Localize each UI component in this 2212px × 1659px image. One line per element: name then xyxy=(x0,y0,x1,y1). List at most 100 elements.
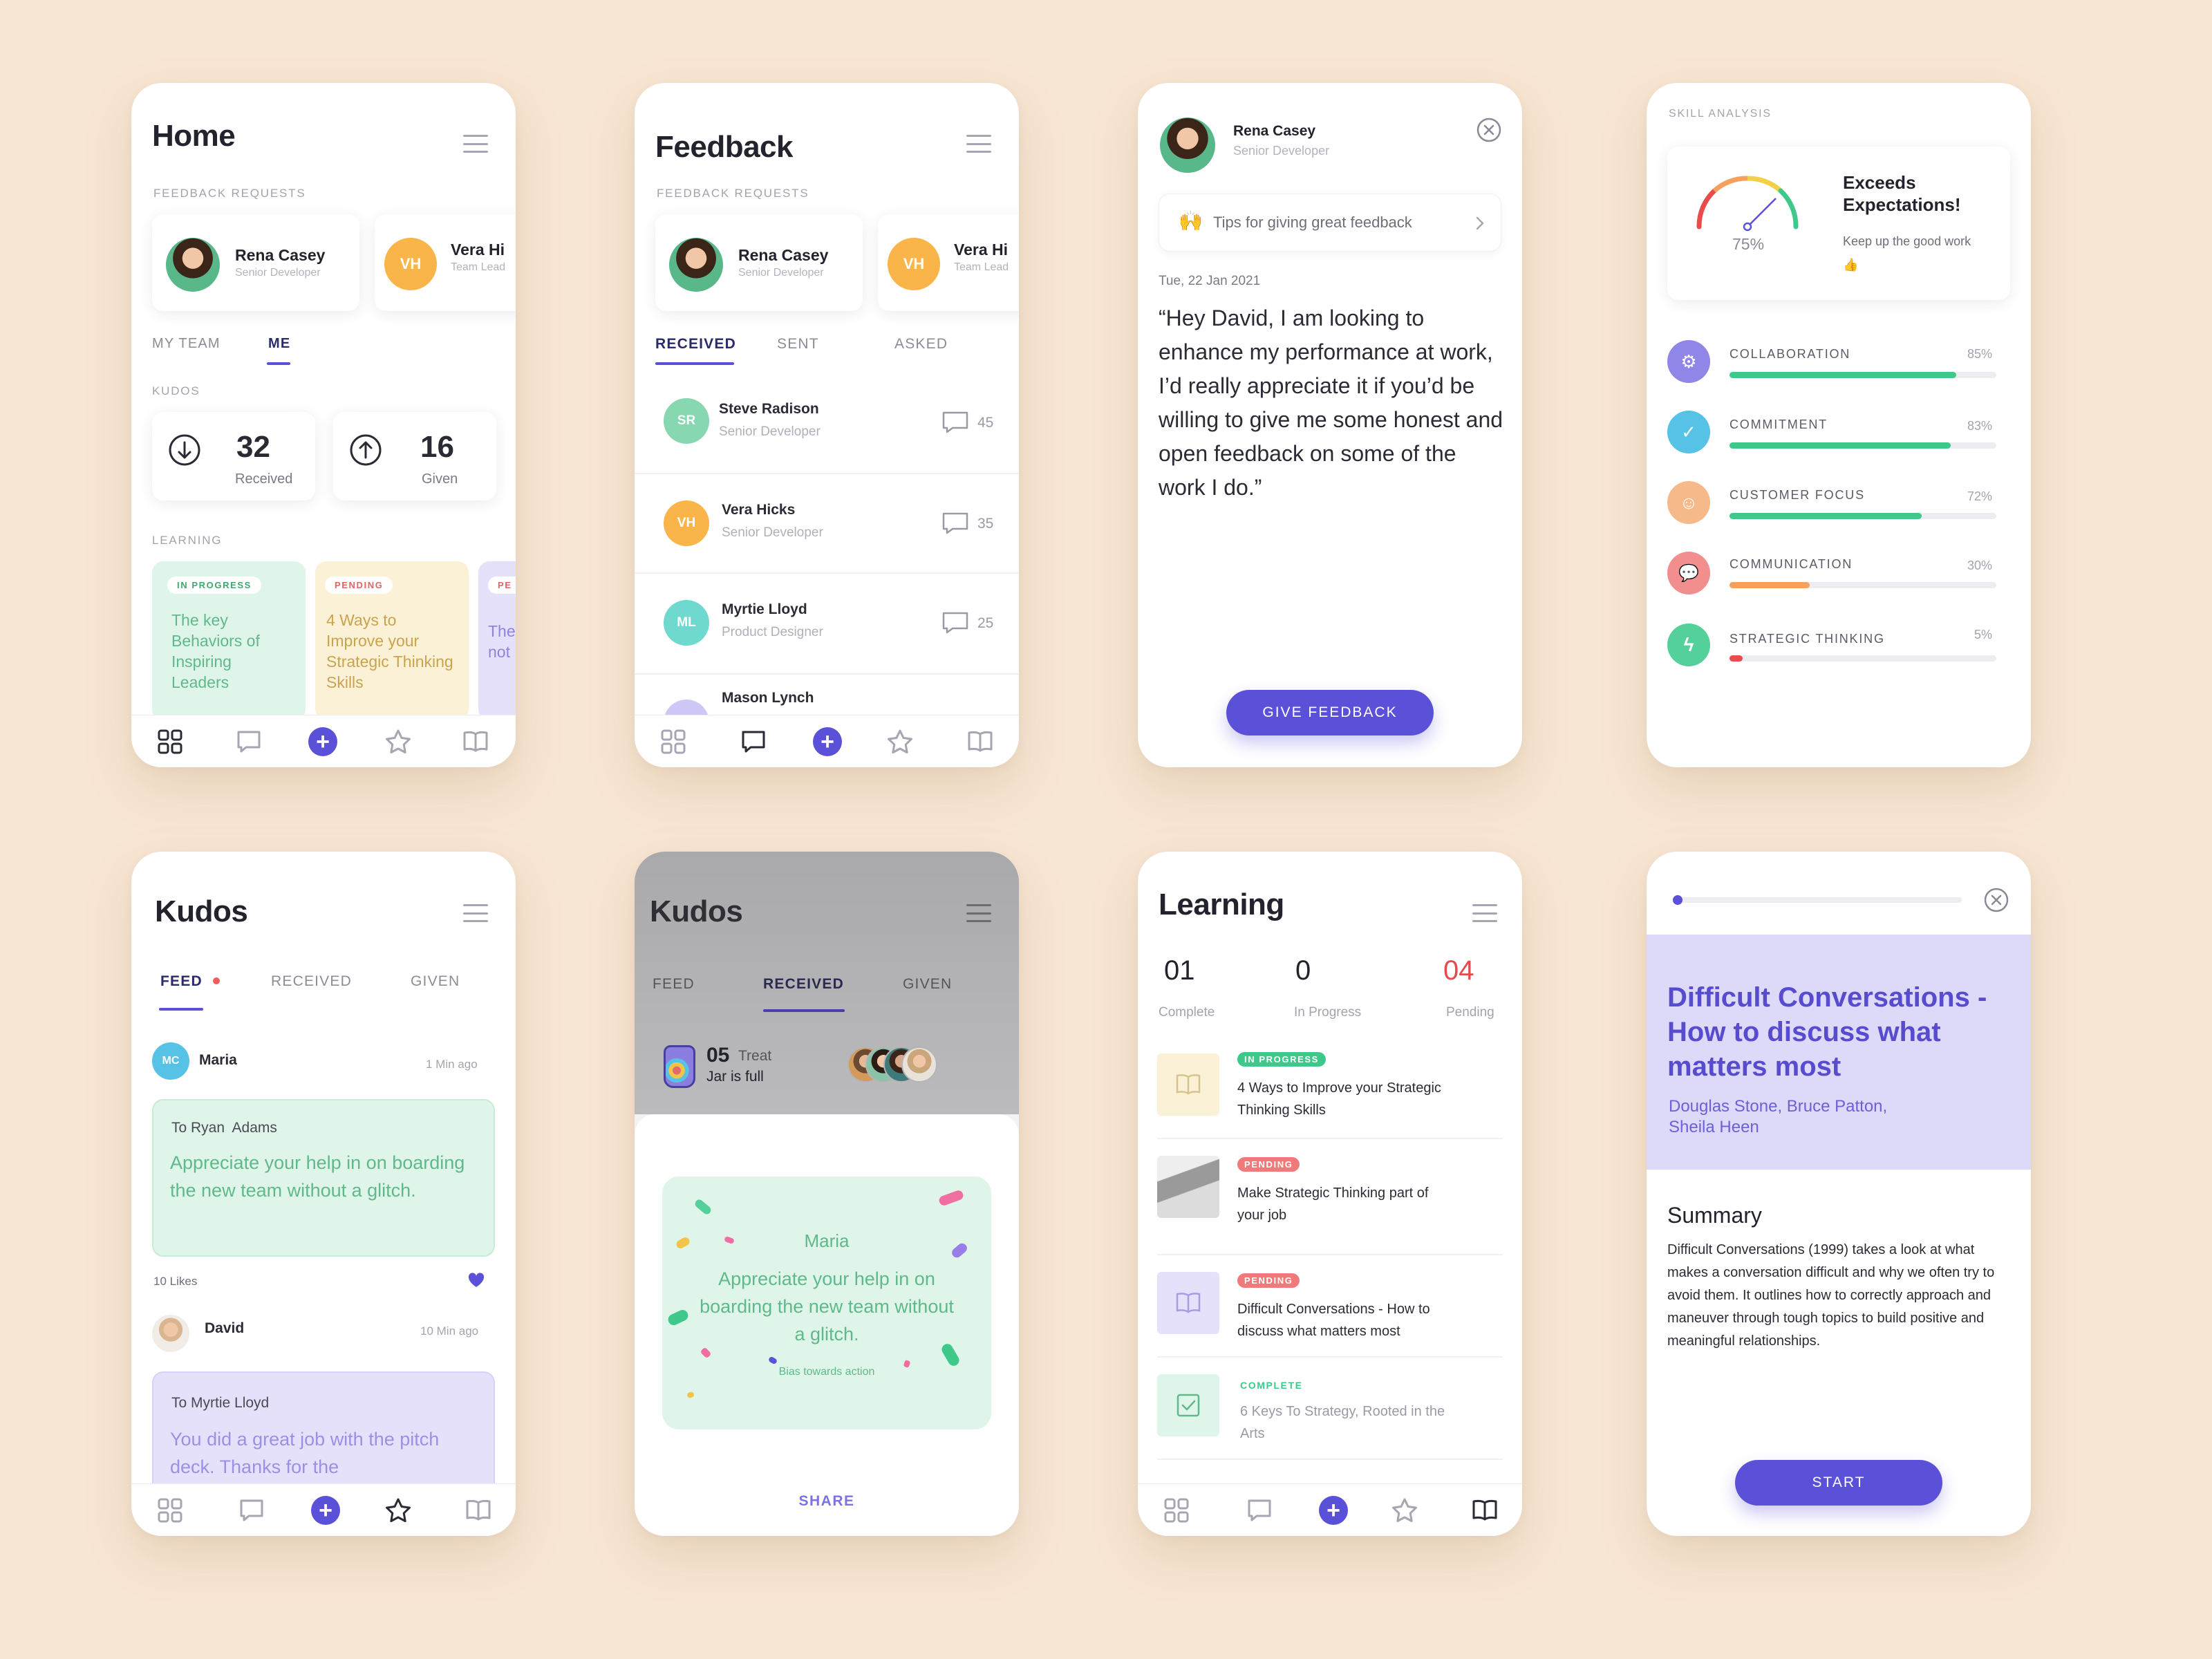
give-feedback-button[interactable]: GIVE FEEDBACK xyxy=(1226,690,1434,735)
menu-icon[interactable] xyxy=(463,135,488,153)
grid-icon[interactable] xyxy=(156,1497,184,1524)
requester-role: Senior Developer xyxy=(738,267,824,279)
tab-indicator xyxy=(267,362,290,365)
requester-name: Rena Casey xyxy=(235,246,326,264)
tab-me[interactable]: ME xyxy=(268,336,290,352)
row-name: Steve Radison xyxy=(719,401,819,417)
row-role: Product Designer xyxy=(722,625,823,639)
skill-label: COMMITMENT xyxy=(1730,418,1828,431)
bottom-nav: + xyxy=(131,1483,516,1536)
tab-received[interactable]: RECEIVED xyxy=(763,976,844,993)
heart-icon[interactable] xyxy=(467,1272,485,1288)
stat-value: 04 xyxy=(1443,955,1474,986)
tab-received[interactable]: RECEIVED xyxy=(655,336,736,353)
close-icon[interactable] xyxy=(1983,886,2010,914)
avatar xyxy=(152,1315,189,1352)
skill-label: COLLABORATION xyxy=(1730,347,1851,361)
tab-feed[interactable]: FEED xyxy=(653,976,695,993)
book-icon[interactable] xyxy=(465,1497,492,1524)
book-header: Difficult Conversations - How to discuss… xyxy=(1647,935,2031,1170)
reading-progress xyxy=(1673,895,1962,905)
list-item[interactable]: IN PROGRESS 4 Ways to Improve your Strat… xyxy=(1157,1048,1503,1145)
menu-icon[interactable] xyxy=(966,904,991,922)
kudos-given-card[interactable]: 16 Given xyxy=(333,412,496,500)
request-card[interactable]: VH Vera Hi Team Lead xyxy=(375,214,516,311)
comment-count: 35 xyxy=(977,516,994,532)
requester-role: Senior Developer xyxy=(1233,144,1330,158)
grid-icon[interactable] xyxy=(156,728,184,756)
grid-icon[interactable] xyxy=(659,728,687,756)
learning-card[interactable]: IN PROGRESS The key Behaviors of Inspiri… xyxy=(152,561,306,720)
star-icon[interactable] xyxy=(886,728,914,756)
book-icon xyxy=(1176,1074,1201,1095)
book-icon[interactable] xyxy=(1471,1497,1499,1524)
kudos-received-card[interactable]: 32 Received xyxy=(152,412,315,500)
learning-title: 4 Ways to Improve your Strategic Thinkin… xyxy=(1237,1080,1441,1118)
learning-card[interactable]: PENDING 4 Ways to Improve your Strategic… xyxy=(315,561,469,720)
menu-icon[interactable] xyxy=(1472,904,1497,922)
tips-link[interactable]: 🙌 Tips for giving great feedback xyxy=(1159,194,1501,252)
divider xyxy=(1157,1254,1503,1255)
book-icon[interactable] xyxy=(966,728,994,756)
skill-progress-fill xyxy=(1730,513,1922,519)
add-button[interactable]: + xyxy=(311,1496,340,1525)
tab-given[interactable]: GIVEN xyxy=(411,973,460,990)
gauge-chart xyxy=(1696,176,1799,232)
jar-icon xyxy=(664,1045,695,1088)
chat-icon[interactable] xyxy=(1246,1497,1273,1524)
star-icon[interactable] xyxy=(384,1497,412,1524)
post-time: 10 Min ago xyxy=(420,1324,479,1338)
list-item[interactable]: SR Steve Radison Senior Developer 45 xyxy=(635,373,1019,473)
tab-indicator xyxy=(159,1008,203,1011)
list-item[interactable]: VH Vera Hicks Senior Developer 35 xyxy=(635,474,1019,572)
learning-title: 4 Ways to Improve your Strategic Thinkin… xyxy=(326,611,453,691)
list-item[interactable]: ML Mason Lynch xyxy=(635,675,1019,716)
request-card[interactable]: Rena Casey Senior Developer xyxy=(655,214,863,311)
status-badge: PE xyxy=(488,577,516,594)
close-icon[interactable] xyxy=(1475,116,1503,144)
page-title: Kudos xyxy=(155,894,248,928)
request-card[interactable]: VH Vera Hi Team Lead xyxy=(878,214,1019,311)
tab-given[interactable]: GIVEN xyxy=(903,976,952,993)
add-button[interactable]: + xyxy=(1319,1496,1348,1525)
reading-progress-fill xyxy=(1673,895,1683,905)
chat-icon[interactable] xyxy=(238,1497,265,1524)
kudos-received-count: 32 xyxy=(236,430,270,464)
book-icon[interactable] xyxy=(462,728,489,756)
request-card[interactable]: Rena Casey Senior Developer xyxy=(152,214,359,311)
page-title: Feedback xyxy=(655,130,793,164)
requester-role: Senior Developer xyxy=(235,267,321,279)
add-button[interactable]: + xyxy=(813,727,842,756)
start-button[interactable]: START xyxy=(1735,1460,1942,1506)
star-icon[interactable] xyxy=(1391,1497,1418,1524)
grid-icon[interactable] xyxy=(1163,1497,1190,1524)
kudos-card: Maria Appreciate your help in on boardin… xyxy=(662,1177,991,1430)
tab-feed[interactable]: FEED xyxy=(160,973,203,990)
star-icon[interactable] xyxy=(384,728,412,756)
share-button[interactable]: SHARE xyxy=(635,1493,1019,1510)
menu-icon[interactable] xyxy=(966,135,991,153)
user-icon: ☺ xyxy=(1667,481,1710,524)
add-button[interactable]: + xyxy=(308,727,337,756)
tab-my-team[interactable]: MY TEAM xyxy=(152,336,221,352)
list-item[interactable]: PENDING Difficult Conversations - How to… xyxy=(1157,1269,1503,1366)
menu-icon[interactable] xyxy=(463,904,488,922)
book-thumbnail xyxy=(1157,1272,1219,1334)
clap-icon: 🙌 xyxy=(1179,210,1203,232)
kudos-card[interactable]: To Ryan Adams Appreciate your help in on… xyxy=(152,1099,495,1257)
list-item[interactable]: ML Myrtie Lloyd Product Designer 25 xyxy=(635,574,1019,673)
chat-icon[interactable] xyxy=(740,728,767,756)
section-label-kudos: KUDOS xyxy=(152,384,200,397)
learning-card[interactable]: PE The not xyxy=(478,561,516,720)
tab-received[interactable]: RECEIVED xyxy=(271,973,352,990)
list-item[interactable]: COMPLETE 6 Keys To Strategy, Rooted in t… xyxy=(1157,1374,1503,1471)
chat-icon[interactable] xyxy=(235,728,263,756)
tab-sent[interactable]: SENT xyxy=(777,336,819,353)
summary-heading: Summary xyxy=(1667,1203,1762,1228)
tab-asked[interactable]: ASKED xyxy=(894,336,948,353)
list-item[interactable]: PENDING Make Strategic Thinking part of … xyxy=(1157,1153,1503,1250)
kudos-given-count: 16 xyxy=(420,430,454,464)
requester-role: Team Lead xyxy=(451,261,506,273)
status-badge: IN PROGRESS xyxy=(167,577,261,594)
avatar xyxy=(669,238,723,292)
